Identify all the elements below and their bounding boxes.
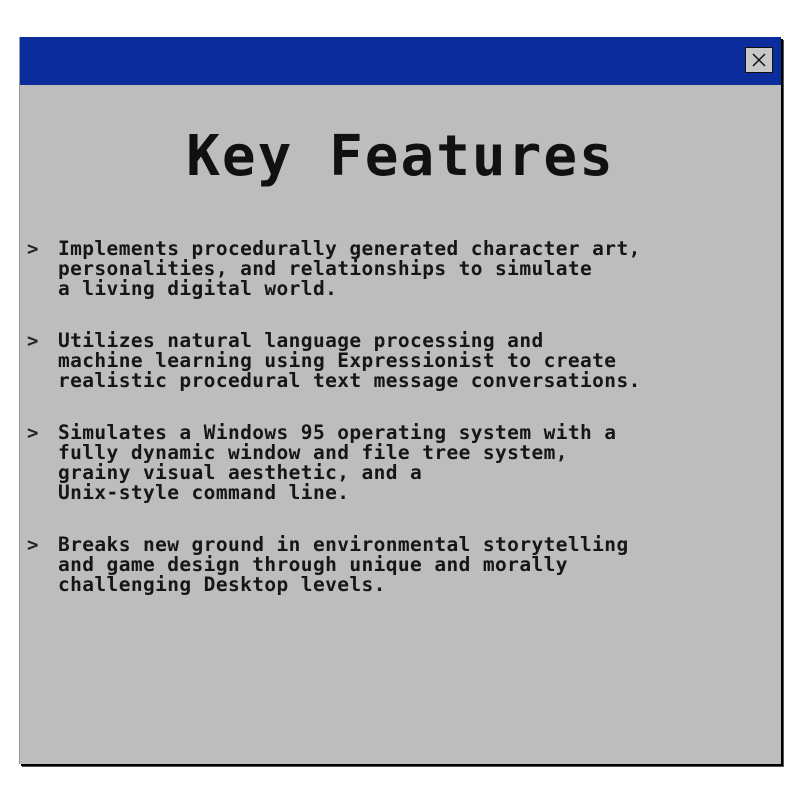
list-item: > Breaks new ground in environmental sto…	[27, 535, 775, 595]
chevron-right-icon: >	[27, 422, 39, 444]
close-button[interactable]	[745, 47, 773, 73]
feature-window: Key Features > Implements procedurally g…	[19, 37, 781, 764]
page-title: Key Features	[186, 124, 615, 189]
list-item: > Implements procedurally generated char…	[27, 239, 775, 299]
feature-list: > Implements procedurally generated char…	[27, 239, 775, 627]
list-item: > Simulates a Windows 95 operating syste…	[27, 423, 775, 503]
feature-text: Utilizes natural language processing and…	[58, 329, 641, 392]
feature-text: Breaks new ground in environmental story…	[58, 533, 629, 596]
chevron-right-icon: >	[27, 238, 39, 260]
list-item: > Utilizes natural language processing a…	[27, 331, 775, 391]
feature-text: Implements procedurally generated charac…	[58, 237, 641, 300]
chevron-right-icon: >	[27, 330, 39, 352]
window-titlebar[interactable]	[20, 37, 781, 85]
chevron-right-icon: >	[27, 534, 39, 556]
feature-text: Simulates a Windows 95 operating system …	[58, 421, 617, 504]
close-icon	[751, 52, 767, 68]
